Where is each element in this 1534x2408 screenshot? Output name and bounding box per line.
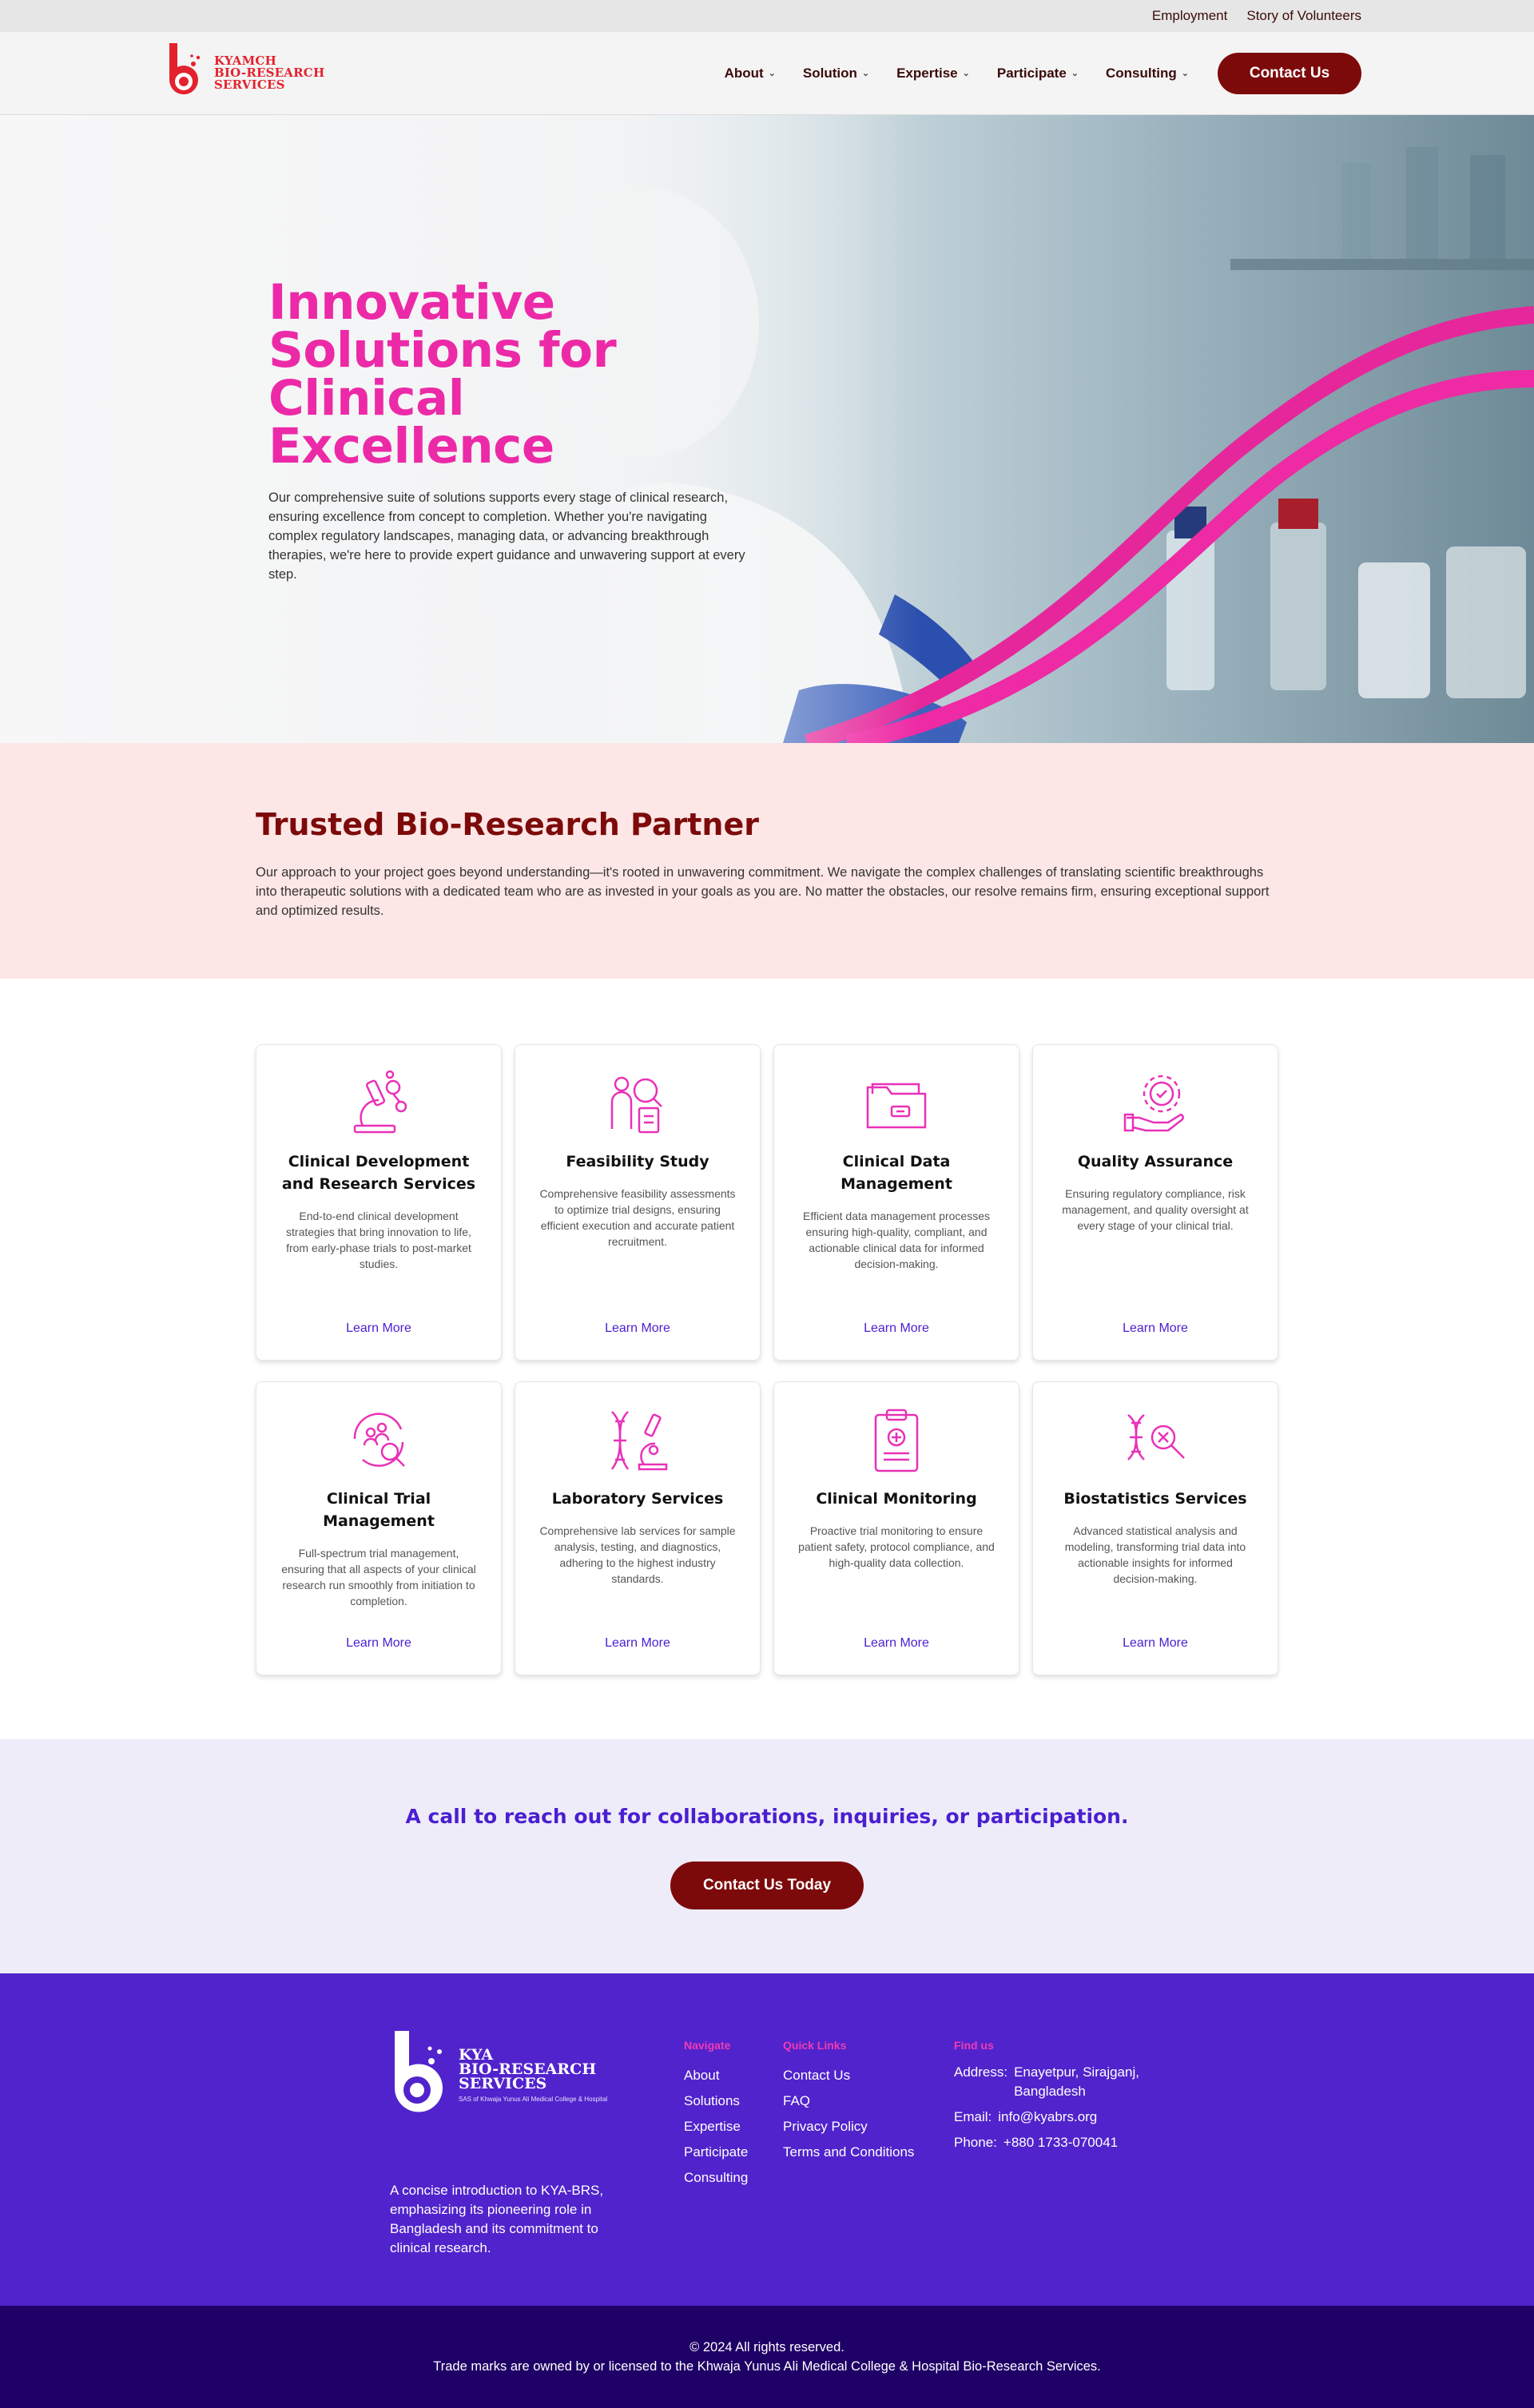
employment-link[interactable]: Employment (1152, 8, 1227, 24)
service-title: Laboratory Services (551, 1490, 724, 1508)
footer-link-participate[interactable]: Participate (684, 2140, 748, 2165)
service-card: Laboratory Services Comprehensive lab se… (515, 1381, 761, 1675)
trusted-title: Trusted Bio-Research Partner (256, 807, 759, 842)
service-title: Quality Assurance (1077, 1153, 1234, 1170)
service-card: Quality Assurance Ensuring regulatory co… (1032, 1044, 1278, 1361)
dna-search-icon (1119, 1405, 1191, 1476)
dna-microscope-icon (602, 1405, 674, 1476)
service-description: Full-spectrum trial management, ensuring… (281, 1547, 476, 1607)
service-title: Biostatistics Services (1063, 1490, 1247, 1508)
footer-link-consulting[interactable]: Consulting (684, 2165, 748, 2191)
main-nav: About ⌄ Solution ⌄ Expertise ⌄ Participate ⌄… (725, 52, 1361, 94)
footer-quick-links: Quick Links Contact Us FAQ Privacy Polic… (783, 2039, 914, 2165)
hero-lab-image (0, 115, 1534, 743)
service-description: Comprehensive lab services for sample an… (539, 1524, 736, 1585)
footer-wordmark: KYA BIO-RESEARCH SERVICES SAS of Khwaja … (459, 2046, 608, 2104)
copyright-text: © 2024 All rights reserved. (690, 2340, 844, 2354)
learn-more-link[interactable]: Learn More (605, 1321, 670, 1336)
gear-hand-icon (1119, 1067, 1191, 1139)
service-card: Feasibility Study Comprehensive feasibil… (515, 1044, 761, 1361)
service-description: Ensuring regulatory compliance, risk man… (1062, 1187, 1249, 1232)
footer-heading: Quick Links (783, 2039, 847, 2052)
folder-icon (860, 1067, 932, 1139)
footer-address: Address: Enayetpur, Sirajganj, Bangladesh (954, 2064, 1139, 2099)
service-title: Clinical Monitoring (816, 1490, 977, 1508)
researcher-search-icon (602, 1067, 674, 1139)
logo-mark-icon (169, 42, 201, 94)
footer-link-privacy[interactable]: Privacy Policy (783, 2114, 914, 2140)
chevron-down-icon: ⌄ (1181, 69, 1189, 78)
chevron-down-icon: ⌄ (1071, 69, 1079, 78)
site-footer: KYA BIO-RESEARCH SERVICES SAS of Khwaja … (0, 1973, 1534, 2306)
trusted-partner-section: Trusted Bio-Research Partner Our approac… (0, 743, 1534, 979)
service-card: Biostatistics Services Advanced statisti… (1032, 1381, 1278, 1675)
chevron-down-icon: ⌄ (962, 69, 970, 78)
cta-title: A call to reach out for collaborations, … (405, 1805, 1129, 1828)
story-of-volunteers-link[interactable]: Story of Volunteers (1246, 8, 1361, 24)
footer-find-us: Find us Address: Enayetpur, Sirajganj, Ba… (954, 2039, 1178, 2159)
nav-participate[interactable]: Participate ⌄ (997, 66, 1079, 81)
copyright-bar: © 2024 All rights reserved. Trade marks … (0, 2306, 1534, 2408)
footer-navigate: Navigate About Solutions Expertise Parti… (684, 2039, 748, 2191)
nav-solution[interactable]: Solution ⌄ (803, 66, 869, 81)
logo-wordmark: KYAMCH BIO-RESEARCH SERVICES (214, 54, 325, 92)
learn-more-link[interactable]: Learn More (605, 1636, 670, 1651)
footer-logo-mark-icon (395, 2031, 443, 2112)
footer-link-contact[interactable]: Contact Us (783, 2063, 914, 2088)
learn-more-link[interactable]: Learn More (346, 1321, 411, 1336)
learn-more-link[interactable]: Learn More (346, 1636, 411, 1651)
service-card: Clinical Trial Management Full-spectrum … (256, 1381, 502, 1675)
services-grid: Clinical Development and Research Servic… (0, 979, 1534, 1739)
contact-us-today-button[interactable]: Contact Us Today (670, 1862, 864, 1909)
team-search-icon (343, 1405, 415, 1476)
cta-section: A call to reach out for collaborations, … (0, 1739, 1534, 1973)
nav-consulting[interactable]: Consulting ⌄ (1106, 66, 1189, 81)
footer-heading: Navigate (684, 2039, 731, 2052)
footer-link-about[interactable]: About (684, 2063, 748, 2088)
utility-bar: Employment Story of Volunteers (0, 0, 1534, 32)
service-description: End-to-end clinical development strategi… (286, 1210, 471, 1270)
service-title: Clinical Development and Research Servic… (281, 1153, 476, 1193)
hero-section: Innovative Solutions for Clinical Excell… (0, 115, 1534, 743)
trademark-text: Trade marks are owned by or licensed to … (433, 2359, 1101, 2374)
footer-link-terms[interactable]: Terms and Conditions (783, 2140, 914, 2165)
hero-content: Innovative Solutions for Clinical Excell… (268, 274, 748, 584)
chevron-down-icon: ⌄ (768, 69, 776, 78)
service-card: Clinical Data Management Efficient data … (773, 1044, 1019, 1361)
service-title: Clinical Trial Management (323, 1490, 435, 1530)
footer-link-faq[interactable]: FAQ (783, 2088, 914, 2114)
footer-logo[interactable]: KYA BIO-RESEARCH SERVICES SAS of Khwaja … (390, 2029, 630, 2125)
footer-email[interactable]: Email: info@kyabrs.org (954, 2108, 1178, 2127)
service-card: Clinical Development and Research Servic… (256, 1044, 502, 1361)
trusted-text: Our approach to your project goes beyond… (256, 865, 1270, 918)
footer-brand: KYA BIO-RESEARCH SERVICES SAS of Khwaja … (390, 2029, 630, 2258)
contact-us-button[interactable]: Contact Us (1218, 52, 1361, 94)
footer-link-solutions[interactable]: Solutions (684, 2088, 748, 2114)
learn-more-link[interactable]: Learn More (864, 1321, 929, 1336)
footer-phone[interactable]: Phone: +880 1733-070041 (954, 2133, 1178, 2152)
nav-about[interactable]: About ⌄ (725, 66, 776, 81)
chevron-down-icon: ⌄ (861, 69, 870, 78)
learn-more-link[interactable]: Learn More (1123, 1321, 1188, 1336)
learn-more-link[interactable]: Learn More (864, 1636, 929, 1651)
site-header: KYAMCH BIO-RESEARCH SERVICES About ⌄ Solu… (0, 32, 1534, 115)
service-description: Advanced statistical analysis and modeli… (1064, 1524, 1246, 1585)
hero-description: Our comprehensive suite of solutions sup… (268, 491, 745, 582)
service-title: Clinical Data Management (841, 1153, 952, 1193)
service-description: Efficient data management processes ensu… (803, 1210, 990, 1270)
site-logo[interactable]: KYAMCH BIO-RESEARCH SERVICES (165, 42, 324, 105)
footer-heading: Find us (954, 2039, 994, 2052)
footer-link-expertise[interactable]: Expertise (684, 2114, 748, 2140)
service-description: Proactive trial monitoring to ensure pat… (798, 1524, 995, 1569)
hero-title: Innovative Solutions for Clinical Excell… (268, 274, 617, 475)
service-description: Comprehensive feasibility assessments to… (539, 1187, 736, 1248)
nav-expertise[interactable]: Expertise ⌄ (896, 66, 970, 81)
service-title: Feasibility Study (566, 1153, 709, 1170)
service-card: Clinical Monitoring Proactive trial moni… (773, 1381, 1019, 1675)
footer-about: A concise introduction to KYA-BRS, empha… (390, 2183, 604, 2255)
microscope-icon (343, 1067, 415, 1139)
learn-more-link[interactable]: Learn More (1123, 1636, 1188, 1651)
clipboard-icon (860, 1405, 932, 1476)
